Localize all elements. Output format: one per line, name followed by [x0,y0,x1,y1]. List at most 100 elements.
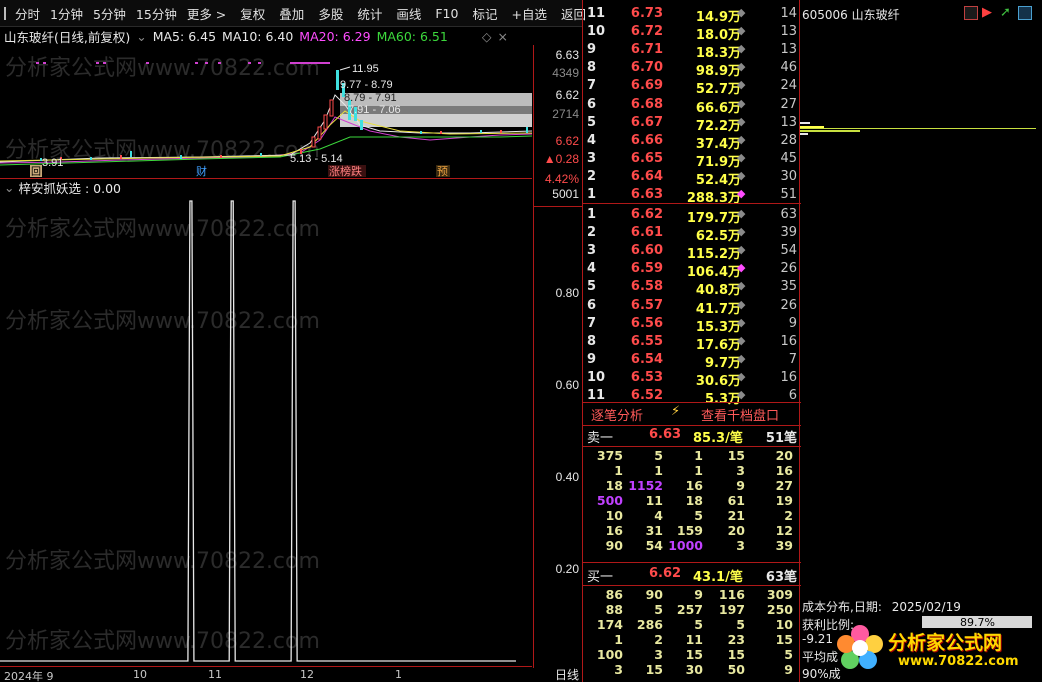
queue-order-size: 2 [654,632,663,647]
ask-level-row[interactable]: 8 6.70 98.9万 ◆ 46 [583,59,801,79]
panel-toggle-icon[interactable] [4,6,6,20]
kilo-level-link[interactable]: 查看千档盘口 [701,405,779,424]
ask-level-row[interactable]: 9 6.71 18.3万 ◆ 13 [583,41,801,61]
queue-row: 90 54 1000 3 39 [583,538,801,553]
level-number: 7 [587,315,597,331]
dropdown-icon[interactable]: ⌄ [4,180,14,195]
bid-level-row[interactable]: 3 6.60 115.2万 ◆ 54 [583,242,801,262]
diamond-icon: ◆ [737,132,746,146]
chart-toolbar: 分时 1分钟 5分钟 15分钟 更多 > 复权 叠加 多股 统计 画线 F10 … [0,0,586,27]
event-marker-zhangtie[interactable]: 涨榜跌 [329,164,362,178]
queue-order-size: 1 [614,632,623,647]
price-label: 6.63 [555,48,579,62]
bid-level-row[interactable]: 4 6.59 106.4万 ◆ 26 [583,260,801,280]
tab-15min[interactable]: 15分钟 [131,4,182,23]
buy1-label: 买一 [587,570,614,585]
tab-1min[interactable]: 1分钟 [45,4,88,23]
ask-level-row[interactable]: 1 6.63 288.3万 ◆ 51 [583,186,801,206]
dropdown-icon[interactable]: ⌄ [136,29,146,44]
queue-order-size: 3 [654,647,663,662]
bid-level-row[interactable]: 10 6.53 30.6万 ◆ 16 [583,369,801,389]
settings-icon[interactable] [1018,6,1032,20]
diamond-icon: ◆ [737,207,746,220]
queue-order-size: 18 [685,493,703,508]
diamond-icon: ◆ [737,279,746,293]
draw-line-button[interactable]: 画线 [391,4,426,23]
bid-level-row[interactable]: 5 6.58 40.8万 ◆ 35 [583,278,801,298]
watermark-text: 分析家公式网www.70822.com [5,549,320,574]
queue-order-size: 15 [775,632,793,647]
ask-level-row[interactable]: 5 6.67 72.2万 ◆ 13 [583,114,801,134]
level-price: 6.72 [630,24,663,40]
buy1-header: 买一 6.62 43.1/笔 63笔 [583,566,801,585]
mark-button[interactable]: 标记 [467,4,502,23]
flag-icon[interactable]: ▶ [982,5,992,20]
diamond-icon[interactable]: ◇ [482,29,492,44]
overlay-button[interactable]: 叠加 [274,4,309,23]
ask-level-row[interactable]: 6 6.68 66.6万 ◆ 27 [583,96,801,116]
level-number: 9 [587,351,597,367]
diamond-icon: ◆ [737,114,746,128]
logo-url: www.70822.com [898,654,1019,669]
level-price: 6.66 [630,132,663,148]
level-number: 8 [587,333,597,349]
queue-order-size: 1 [694,463,703,478]
add-watchlist-button[interactable]: +自选 [506,4,551,23]
x-tick-label: 10 [133,668,147,681]
event-marker-cai[interactable]: 财 [196,164,207,178]
price-kline-chart[interactable]: 分析家公式网www.70822.com 分析家公式网www.70822.com [0,45,532,178]
f10-button[interactable]: F10 [430,6,463,21]
queue-order-size: 16 [775,463,793,478]
ask-level-row[interactable]: 11 6.73 14.9万 ◆ 14 [583,5,801,25]
ask-level-row[interactable]: 3 6.65 71.9万 ◆ 45 [583,150,801,170]
level-number: 6 [587,96,597,112]
x-tick-label: 1 [395,668,402,681]
fuquan-button[interactable]: 复权 [235,4,270,23]
queue-row: 16 31 159 20 12 [583,523,801,538]
level-count: 13 [780,114,797,130]
bid-level-row[interactable]: 6 6.57 41.7万 ◆ 26 [583,297,801,317]
level-price: 6.52 [630,388,663,403]
tab-intraday[interactable]: 分时 [10,4,45,23]
level-count: 63 [780,207,797,222]
tab-5min[interactable]: 5分钟 [88,4,131,23]
close-icon[interactable]: × [497,29,507,44]
ask-level-row[interactable]: 2 6.64 52.4万 ◆ 30 [583,168,801,188]
queue-order-size: 5 [654,602,663,617]
level-count: 16 [780,333,797,349]
sell1-count: 51笔 [765,431,797,446]
volume-label: 4349 [552,66,579,80]
bid-level-row[interactable]: 1 6.62 179.7万 ◆ 63 [583,206,801,226]
tab-more[interactable]: 更多 > [182,4,231,23]
level-number: 10 [587,24,606,40]
indicator-y-axis: 5001 0.80 0.60 0.40 0.20 日线 [533,178,583,682]
bid-level-row[interactable]: 8 6.55 17.6万 ◆ 16 [583,333,801,353]
cost-date: 2025/02/19 [891,600,961,614]
level-price: 6.56 [630,315,663,331]
ask-level-row[interactable]: 7 6.69 52.7万 ◆ 24 [583,77,801,97]
queue-order-size: 1000 [668,538,703,553]
bid-level-row[interactable]: 2 6.61 62.5万 ◆ 39 [583,224,801,244]
queue-order-size: 5 [694,617,703,632]
stats-button[interactable]: 统计 [352,4,387,23]
queue-order-size: 10 [605,508,623,523]
indicator-y-label: 0.40 [555,470,579,484]
bid-level-row[interactable]: 7 6.56 15.3万 ◆ 9 [583,315,801,335]
ask-level-row[interactable]: 10 6.72 18.0万 ◆ 13 [583,23,801,43]
indicator-chart[interactable]: 分析家公式网www.70822.com 分析家公式网www.70822.com … [0,196,532,666]
bid-level-row[interactable]: 9 6.54 9.7万 ◆ 7 [583,351,801,371]
event-marker-yu[interactable]: 预 [437,165,448,178]
ma5-label: MA5: 6.45 [152,28,217,44]
arrow-icon[interactable]: ➚ [1000,5,1011,20]
ask-level-row[interactable]: 4 6.66 37.4万 ◆ 28 [583,132,801,152]
diamond-icon: ◆ [737,297,746,311]
layout-icon[interactable] [964,6,978,20]
diamond-icon: ◆ [737,6,746,19]
diamond-icon: ◆ [737,187,746,200]
level-price: 6.69 [630,78,663,94]
multi-stock-button[interactable]: 多股 [313,4,348,23]
level-number: 1 [587,207,597,222]
tick-analysis-link[interactable]: 逐笔分析 [591,405,643,424]
flower-logo-icon [837,625,883,669]
level-count: 35 [780,279,797,295]
